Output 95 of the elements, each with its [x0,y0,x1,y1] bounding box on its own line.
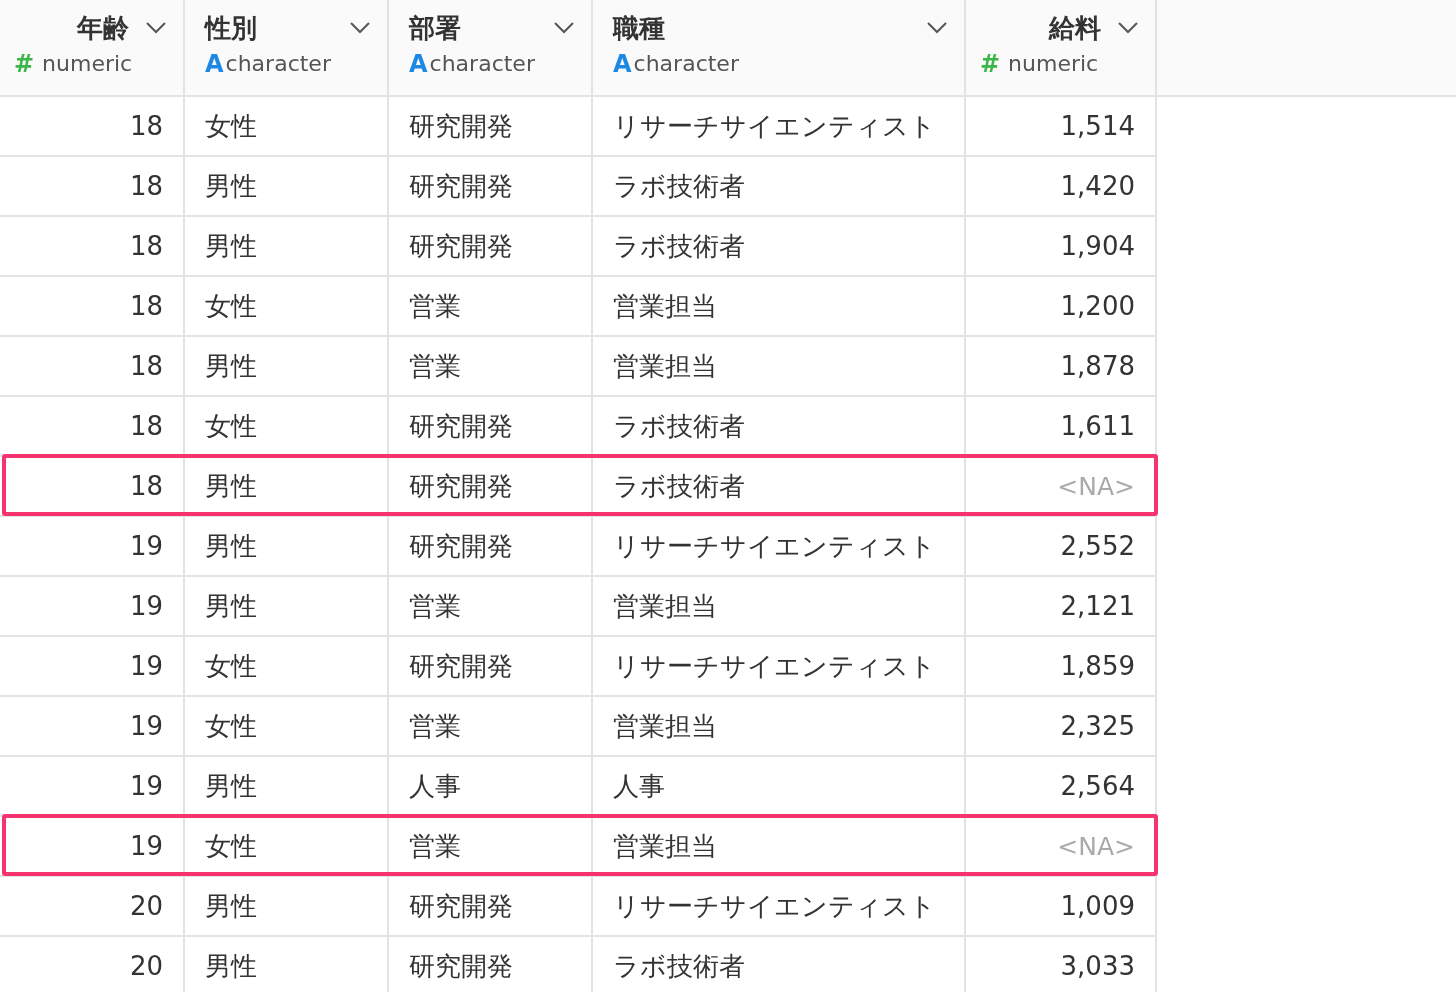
chevron-down-icon[interactable] [145,21,167,35]
table-cell: 営業担当 [593,337,966,397]
table-cell: 研究開発 [389,937,593,992]
type-icon: # [14,46,35,82]
table-cell: 18 [0,397,185,457]
chevron-down-icon[interactable] [1117,21,1139,35]
chevron-down-icon[interactable] [349,21,371,35]
table-cell: リサーチサイエンティスト [593,517,966,577]
chevron-down-icon[interactable] [926,21,948,35]
table-cell: 営業 [389,337,593,397]
table-cell: 男性 [185,877,389,937]
column-type-label: character [633,50,739,78]
column-header-name: 性別 [205,12,257,45]
table-cell: 18 [0,457,185,517]
table-cell: 19 [0,637,185,697]
table-cell: 女性 [185,277,389,337]
table-cell: 男性 [185,517,389,577]
table-cell: <NA> [966,457,1157,517]
type-icon: A [409,46,428,82]
table-cell: 営業担当 [593,577,966,637]
table-cell: 1,009 [966,877,1157,937]
table-cell: 1,859 [966,637,1157,697]
table-cell: 営業担当 [593,817,966,877]
table-cell: 研究開発 [389,457,593,517]
table-cell: 研究開発 [389,217,593,277]
type-icon: A [205,46,224,82]
table-cell: 20 [0,877,185,937]
table-cell: 研究開発 [389,517,593,577]
table-cell: 19 [0,757,185,817]
table-cell: 18 [0,217,185,277]
table-cell: ラボ技術者 [593,397,966,457]
type-icon: A [613,46,632,82]
column-type-label: numeric [42,50,133,78]
table-cell: 研究開発 [389,877,593,937]
table-cell: 男性 [185,757,389,817]
table-cell: 男性 [185,217,389,277]
table-cell: 営業 [389,277,593,337]
table-cell: 1,420 [966,157,1157,217]
table-cell: 男性 [185,937,389,992]
table-cell: ラボ技術者 [593,157,966,217]
table-cell: 19 [0,697,185,757]
table-cell: リサーチサイエンティスト [593,637,966,697]
table-cell: 人事 [389,757,593,817]
table-cell: 1,200 [966,277,1157,337]
table-cell: 2,121 [966,577,1157,637]
table-cell: 営業 [389,577,593,637]
column-header-name: 部署 [409,12,461,45]
column-type-label: numeric [1008,50,1099,78]
table-cell: 営業 [389,817,593,877]
table-cell: 18 [0,277,185,337]
table-cell: 18 [0,337,185,397]
table-cell: 研究開発 [389,397,593,457]
table-cell: 18 [0,157,185,217]
type-icon: # [980,46,1001,82]
table-cell: 営業 [389,697,593,757]
column-type-label: character [225,50,331,78]
table-cell: 19 [0,517,185,577]
column-header-name: 給料 [1049,12,1101,45]
table-cell: 3,033 [966,937,1157,992]
table-cell: 男性 [185,577,389,637]
table-cell: 1,878 [966,337,1157,397]
table-cell: 20 [0,937,185,992]
table-cell: 2,564 [966,757,1157,817]
table-cell: 女性 [185,397,389,457]
table-cell: 2,325 [966,697,1157,757]
table-cell: リサーチサイエンティスト [593,877,966,937]
table-cell: ラボ技術者 [593,217,966,277]
table-cell: 営業担当 [593,697,966,757]
table-cell: 女性 [185,637,389,697]
column-type-label: character [429,50,535,78]
chevron-down-icon[interactable] [553,21,575,35]
table-cell: 1,904 [966,217,1157,277]
table-cell: <NA> [966,817,1157,877]
table-cell: 研究開発 [389,97,593,157]
table-cell: 19 [0,577,185,637]
table-cell: 男性 [185,457,389,517]
table-cell: 18 [0,97,185,157]
table-cell: 女性 [185,97,389,157]
table-cell: 19 [0,817,185,877]
table-cell: 1,611 [966,397,1157,457]
column-header-name: 職種 [613,12,665,45]
table-cell: 女性 [185,817,389,877]
table-cell: 男性 [185,337,389,397]
table-cell: 女性 [185,697,389,757]
table-cell: 男性 [185,157,389,217]
table-cell: 営業担当 [593,277,966,337]
table-cell: 1,514 [966,97,1157,157]
table-cell: リサーチサイエンティスト [593,97,966,157]
table-cell: 人事 [593,757,966,817]
column-header-name: 年齢 [77,12,129,45]
table-cell: ラボ技術者 [593,457,966,517]
table-cell: 研究開発 [389,637,593,697]
table-cell: ラボ技術者 [593,937,966,992]
table-cell: 2,552 [966,517,1157,577]
table-cell: 研究開発 [389,157,593,217]
